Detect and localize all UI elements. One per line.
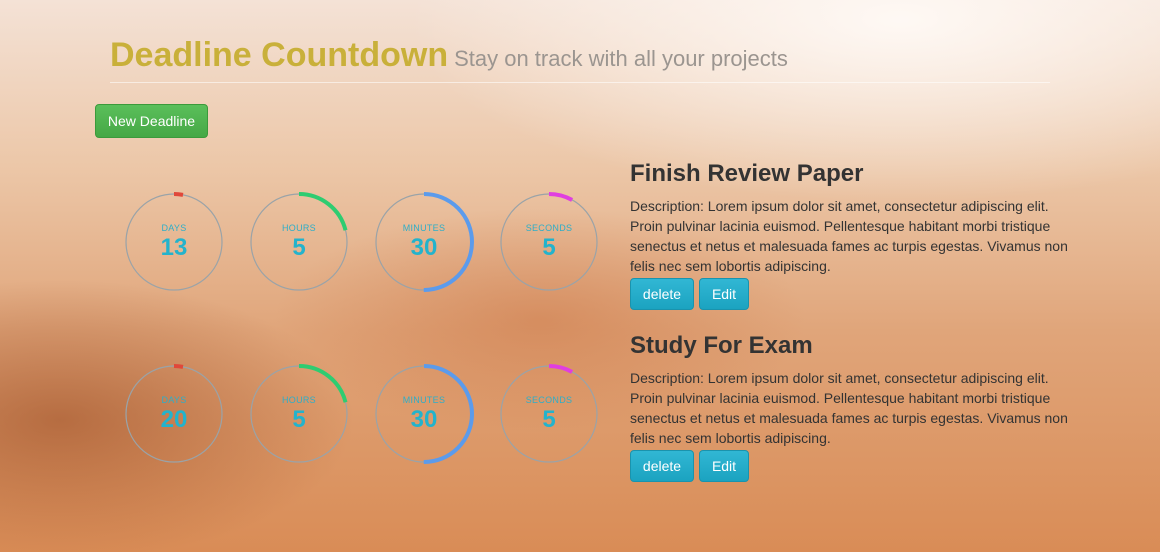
minutes-label: MINUTES <box>402 223 446 233</box>
hours-ring: HOURS 5 <box>249 364 349 464</box>
days-ring: DAYS 20 <box>124 364 224 464</box>
days-ring: DAYS 13 <box>124 192 224 292</box>
days-label: DAYS <box>161 223 187 233</box>
new-deadline-button[interactable]: New Deadline <box>95 104 208 138</box>
seconds-label: SECONDS <box>525 223 573 233</box>
hours-label: HOURS <box>281 223 316 233</box>
edit-button[interactable]: Edit <box>699 450 749 482</box>
seconds-value: 5 <box>542 234 556 261</box>
hours-ring: HOURS 5 <box>249 192 349 292</box>
deadline-title: Finish Review Paper <box>630 160 864 187</box>
minutes-value: 30 <box>410 406 438 433</box>
minutes-label: MINUTES <box>402 395 446 405</box>
deadline-row: DAYS 13 HOURS 5 MINUTES 30 SECONDS 5 Fin… <box>0 160 1160 330</box>
delete-button[interactable]: delete <box>630 278 694 310</box>
days-value: 20 <box>160 406 188 433</box>
deadline-actions: delete Edit <box>630 450 1070 482</box>
minutes-ring: MINUTES 30 <box>374 364 474 464</box>
page-title: Deadline Countdown <box>110 36 449 74</box>
days-label: DAYS <box>161 395 187 405</box>
deadline-description: Description: Lorem ipsum dolor sit amet,… <box>630 198 1068 274</box>
deadline-actions: delete Edit <box>630 278 1070 310</box>
days-value: 13 <box>160 234 188 261</box>
hours-value: 5 <box>292 234 306 261</box>
deadline-title: Study For Exam <box>630 332 813 359</box>
seconds-value: 5 <box>542 406 556 433</box>
deadline-info: Finish Review Paper Description: Lorem i… <box>630 160 1070 310</box>
page-subtitle: Stay on track with all your projects <box>454 46 788 71</box>
deadline-row: DAYS 20 HOURS 5 MINUTES 30 SECONDS 5 Stu… <box>0 332 1160 502</box>
edit-button[interactable]: Edit <box>699 278 749 310</box>
minutes-value: 30 <box>410 234 438 261</box>
deadline-info: Study For Exam Description: Lorem ipsum … <box>630 332 1070 482</box>
page-header: Deadline Countdown Stay on track with all… <box>110 36 1050 83</box>
seconds-ring: SECONDS 5 <box>499 192 599 292</box>
minutes-ring: MINUTES 30 <box>374 192 474 292</box>
hours-value: 5 <box>292 406 306 433</box>
hours-label: HOURS <box>281 395 316 405</box>
seconds-ring: SECONDS 5 <box>499 364 599 464</box>
delete-button[interactable]: delete <box>630 450 694 482</box>
seconds-label: SECONDS <box>525 395 573 405</box>
deadline-description: Description: Lorem ipsum dolor sit amet,… <box>630 370 1068 446</box>
